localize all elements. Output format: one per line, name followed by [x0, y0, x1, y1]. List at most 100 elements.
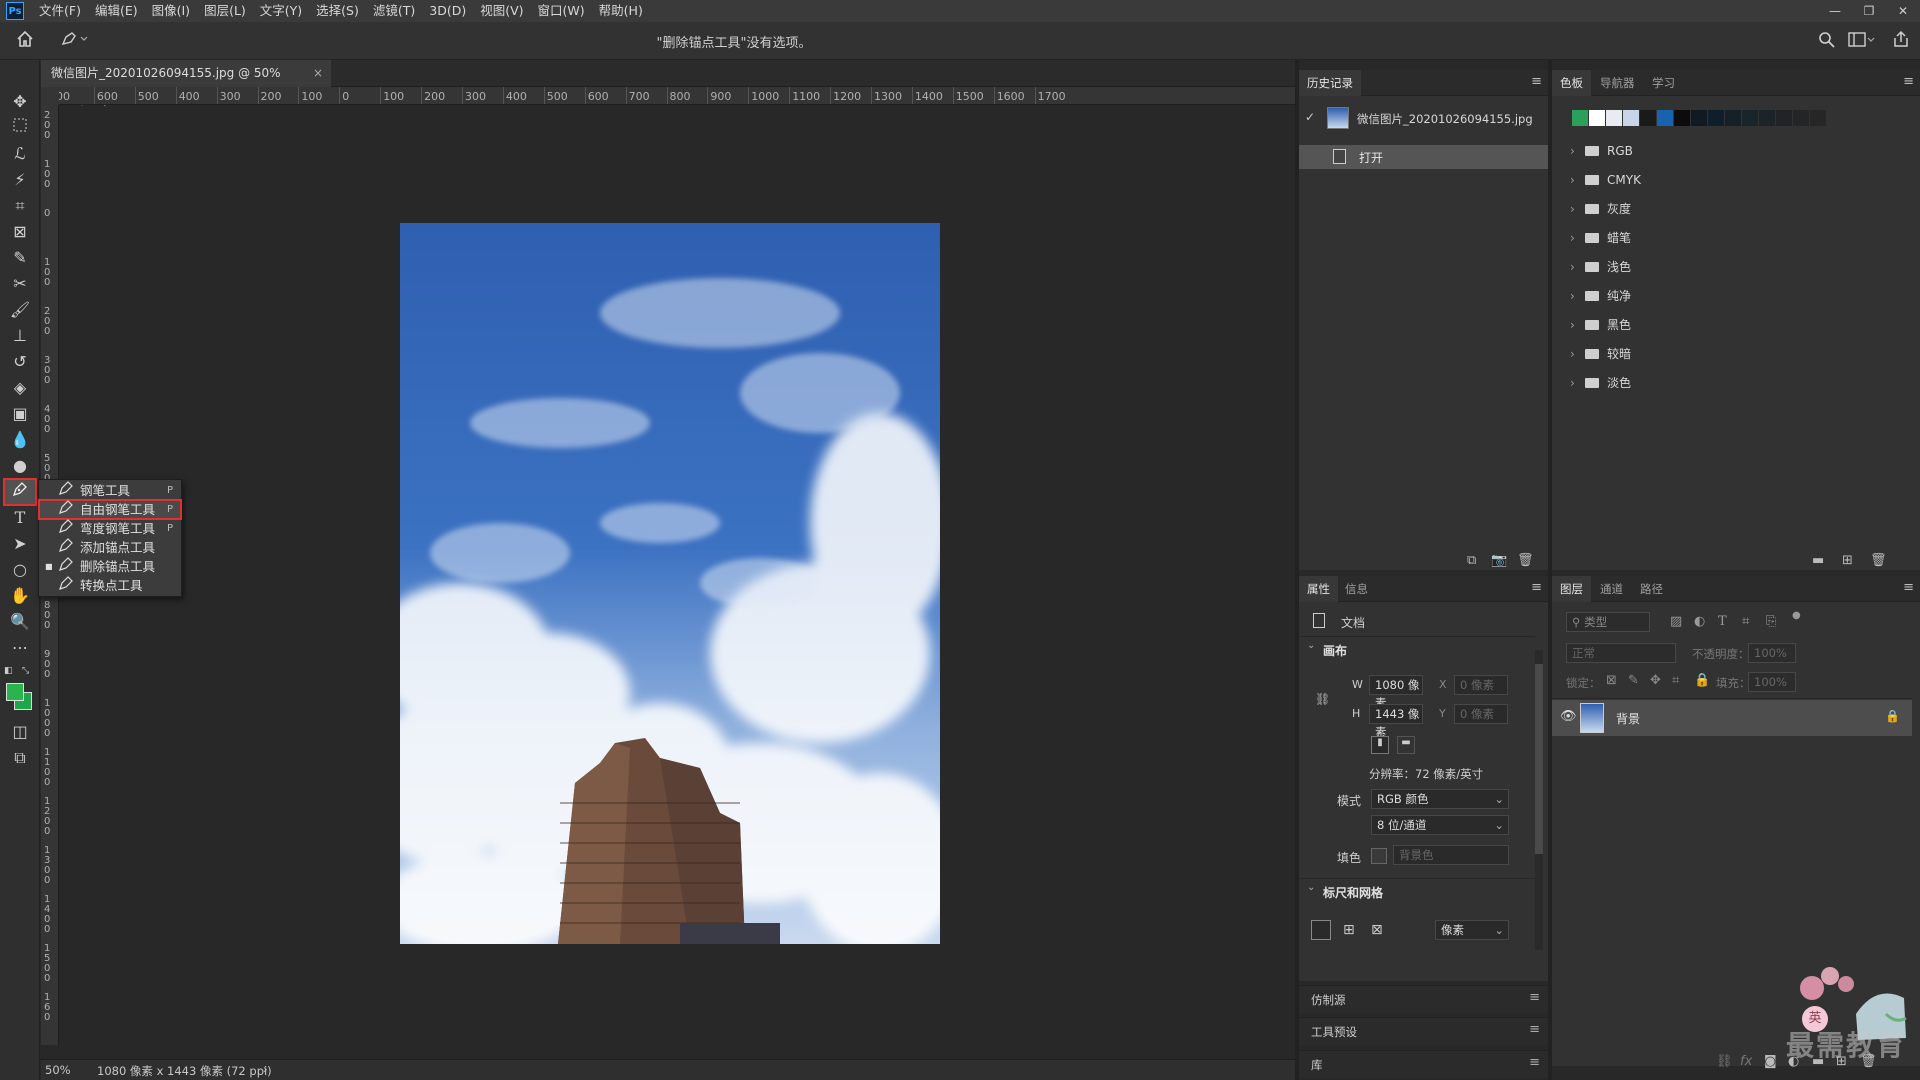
x-field[interactable]: 0 像素 — [1454, 675, 1508, 695]
path-selection-icon[interactable]: ➤ — [5, 532, 35, 556]
marquee-tool-icon[interactable] — [5, 116, 35, 140]
opacity-field[interactable]: 100% — [1748, 643, 1796, 663]
foreground-color-swatch[interactable] — [6, 683, 24, 701]
color-swatch[interactable] — [1742, 110, 1758, 126]
dodge-tool-icon[interactable]: ● — [5, 454, 35, 478]
lasso-tool-icon[interactable]: ℒ — [5, 142, 35, 166]
tab-channels[interactable]: 通道 — [1592, 576, 1631, 602]
menu-item[interactable]: 文字(Y) — [253, 0, 309, 22]
unit-select[interactable]: 像素 ⌄ — [1435, 920, 1509, 940]
shape-filter-icon[interactable]: ⌗ — [1742, 614, 1749, 629]
new-swatch-icon[interactable]: ⊞ — [1842, 553, 1853, 568]
pen-tool-icon[interactable] — [3, 478, 37, 506]
width-field[interactable]: 1080 像素 — [1369, 675, 1423, 710]
color-swatch[interactable] — [1674, 110, 1690, 126]
tab-history[interactable]: 历史记录 — [1299, 70, 1361, 96]
color-swatch[interactable] — [1606, 110, 1622, 126]
collapsed-panel[interactable]: 工具预设 ≡ — [1299, 1017, 1548, 1045]
new-document-from-state-icon[interactable]: ⧉ — [1467, 553, 1476, 568]
chevron-right-icon[interactable]: › — [1570, 371, 1575, 395]
snapshot-camera-icon[interactable]: 📷 — [1491, 553, 1507, 568]
restore-button[interactable]: ❐ — [1852, 0, 1886, 22]
gradient-icon[interactable]: ▣ — [5, 402, 35, 426]
swatches-menu-icon[interactable]: ≡ — [1903, 74, 1914, 89]
menu-item[interactable]: 文件(F) — [32, 0, 88, 22]
menu-item[interactable]: 滤镜(T) — [366, 0, 422, 22]
color-swatch[interactable] — [1572, 110, 1588, 126]
history-brush-source-icon[interactable]: ✓ — [1305, 110, 1315, 124]
layer-filter-select[interactable]: ⚲ 类型 — [1566, 612, 1650, 632]
tab-navigator[interactable]: 导航器 — [1592, 70, 1643, 96]
menu-item[interactable]: 图层(L) — [197, 0, 253, 22]
swatch-group[interactable]: › 浅色 — [1567, 255, 1907, 279]
fill-color-swatch[interactable] — [1371, 848, 1387, 864]
history-trash-icon[interactable]: 🗑 — [1517, 553, 1534, 568]
move-tool-icon[interactable]: ✥ — [5, 90, 35, 114]
panel-menu-icon[interactable]: ≡ — [1529, 1022, 1540, 1037]
tab-properties[interactable]: 属性 — [1299, 576, 1338, 602]
color-swatch[interactable] — [1793, 110, 1809, 126]
status-menu-arrow[interactable]: › — [263, 1062, 268, 1076]
visibility-eye-icon[interactable]: 👁 — [1560, 709, 1577, 724]
canvas-collapse-icon[interactable]: ⌄ — [1307, 640, 1315, 651]
menu-item[interactable]: 编辑(E) — [88, 0, 145, 22]
menu-item[interactable]: 图像(I) — [145, 0, 197, 22]
close-button[interactable]: ✕ — [1886, 0, 1920, 22]
swatch-group[interactable]: › CMYK — [1567, 168, 1907, 192]
zoom-level[interactable]: 50% — [45, 1063, 71, 1077]
portrait-orientation-icon[interactable]: ▮ — [1371, 736, 1389, 754]
adjustment-filter-icon[interactable]: ◐ — [1694, 614, 1705, 629]
grid-toggle-icon[interactable]: ⊞ — [1343, 922, 1355, 938]
swatch-group[interactable]: › 灰度 — [1567, 197, 1907, 221]
blend-mode-select[interactable]: 正常 — [1566, 643, 1676, 663]
smart-object-filter-icon[interactable]: ⎘ — [1766, 614, 1776, 629]
menu-item[interactable]: 选择(S) — [309, 0, 366, 22]
eyedropper-icon[interactable]: ✎ — [5, 246, 35, 270]
link-dimensions-icon[interactable]: ⛓ — [1315, 692, 1330, 706]
link-layers-icon[interactable]: ⛓ — [1716, 1054, 1733, 1069]
ellipse-tool-icon[interactable]: ○ — [5, 558, 35, 582]
chevron-right-icon[interactable]: › — [1570, 197, 1575, 221]
fill-opacity-field[interactable]: 100% — [1748, 672, 1796, 692]
mode-select[interactable]: RGB 颜色 ⌄ — [1371, 789, 1509, 809]
chevron-right-icon[interactable]: › — [1570, 139, 1575, 163]
color-swatch[interactable] — [1623, 110, 1639, 126]
chevron-right-icon[interactable]: › — [1570, 226, 1575, 250]
tab-info[interactable]: 信息 — [1337, 576, 1376, 602]
menu-item[interactable]: 视图(V) — [473, 0, 530, 22]
minimize-button[interactable]: — — [1818, 0, 1852, 22]
height-field[interactable]: 1443 像素 — [1369, 704, 1423, 739]
chevron-right-icon[interactable]: › — [1570, 342, 1575, 366]
lock-artboard-icon[interactable]: ⌗ — [1672, 673, 1679, 688]
quick-mask-icon[interactable]: ◫ — [5, 720, 35, 744]
bit-depth-select[interactable]: 8 位/通道 ⌄ — [1371, 815, 1509, 835]
swatch-group[interactable]: › 黑色 — [1567, 313, 1907, 337]
swatches-trash-icon[interactable]: 🗑 — [1870, 553, 1887, 568]
clone-stamp-icon[interactable]: ⊥ — [5, 324, 35, 348]
color-swatch[interactable] — [1725, 110, 1741, 126]
swatch-group[interactable]: › 淡色 — [1567, 371, 1907, 395]
menu-item[interactable]: 帮助(H) — [592, 0, 650, 22]
type-tool-icon[interactable]: T — [5, 506, 35, 530]
crop-tool-icon[interactable]: ⌗ — [5, 194, 35, 218]
tab-learn[interactable]: 学习 — [1644, 70, 1683, 96]
ruler-toggle-icon[interactable] — [1311, 920, 1331, 940]
ruler-origin[interactable] — [41, 87, 59, 105]
more-tools-icon[interactable]: ⋯ — [5, 636, 35, 660]
swatch-group[interactable]: › RGB — [1567, 139, 1907, 163]
zoom-tool-icon[interactable]: 🔍 — [5, 610, 35, 634]
pixel-filter-icon[interactable]: ▨ — [1670, 614, 1682, 629]
eraser-icon[interactable]: ◈ — [5, 376, 35, 400]
color-swatch[interactable] — [1759, 110, 1775, 126]
chevron-right-icon[interactable]: › — [1570, 168, 1575, 192]
swatch-group[interactable]: › 纯净 — [1567, 284, 1907, 308]
scrollbar-thumb[interactable] — [1535, 664, 1543, 854]
canvas-image[interactable] — [400, 223, 940, 944]
history-menu-icon[interactable]: ≡ — [1531, 74, 1542, 89]
search-icon[interactable] — [1818, 31, 1836, 53]
close-tab-icon[interactable]: × — [313, 60, 323, 87]
properties-menu-icon[interactable]: ≡ — [1531, 580, 1542, 595]
color-swatch[interactable] — [1776, 110, 1792, 126]
rulers-collapse-icon[interactable]: ⌄ — [1307, 882, 1315, 893]
lock-position-icon[interactable]: ✥ — [1650, 673, 1661, 688]
